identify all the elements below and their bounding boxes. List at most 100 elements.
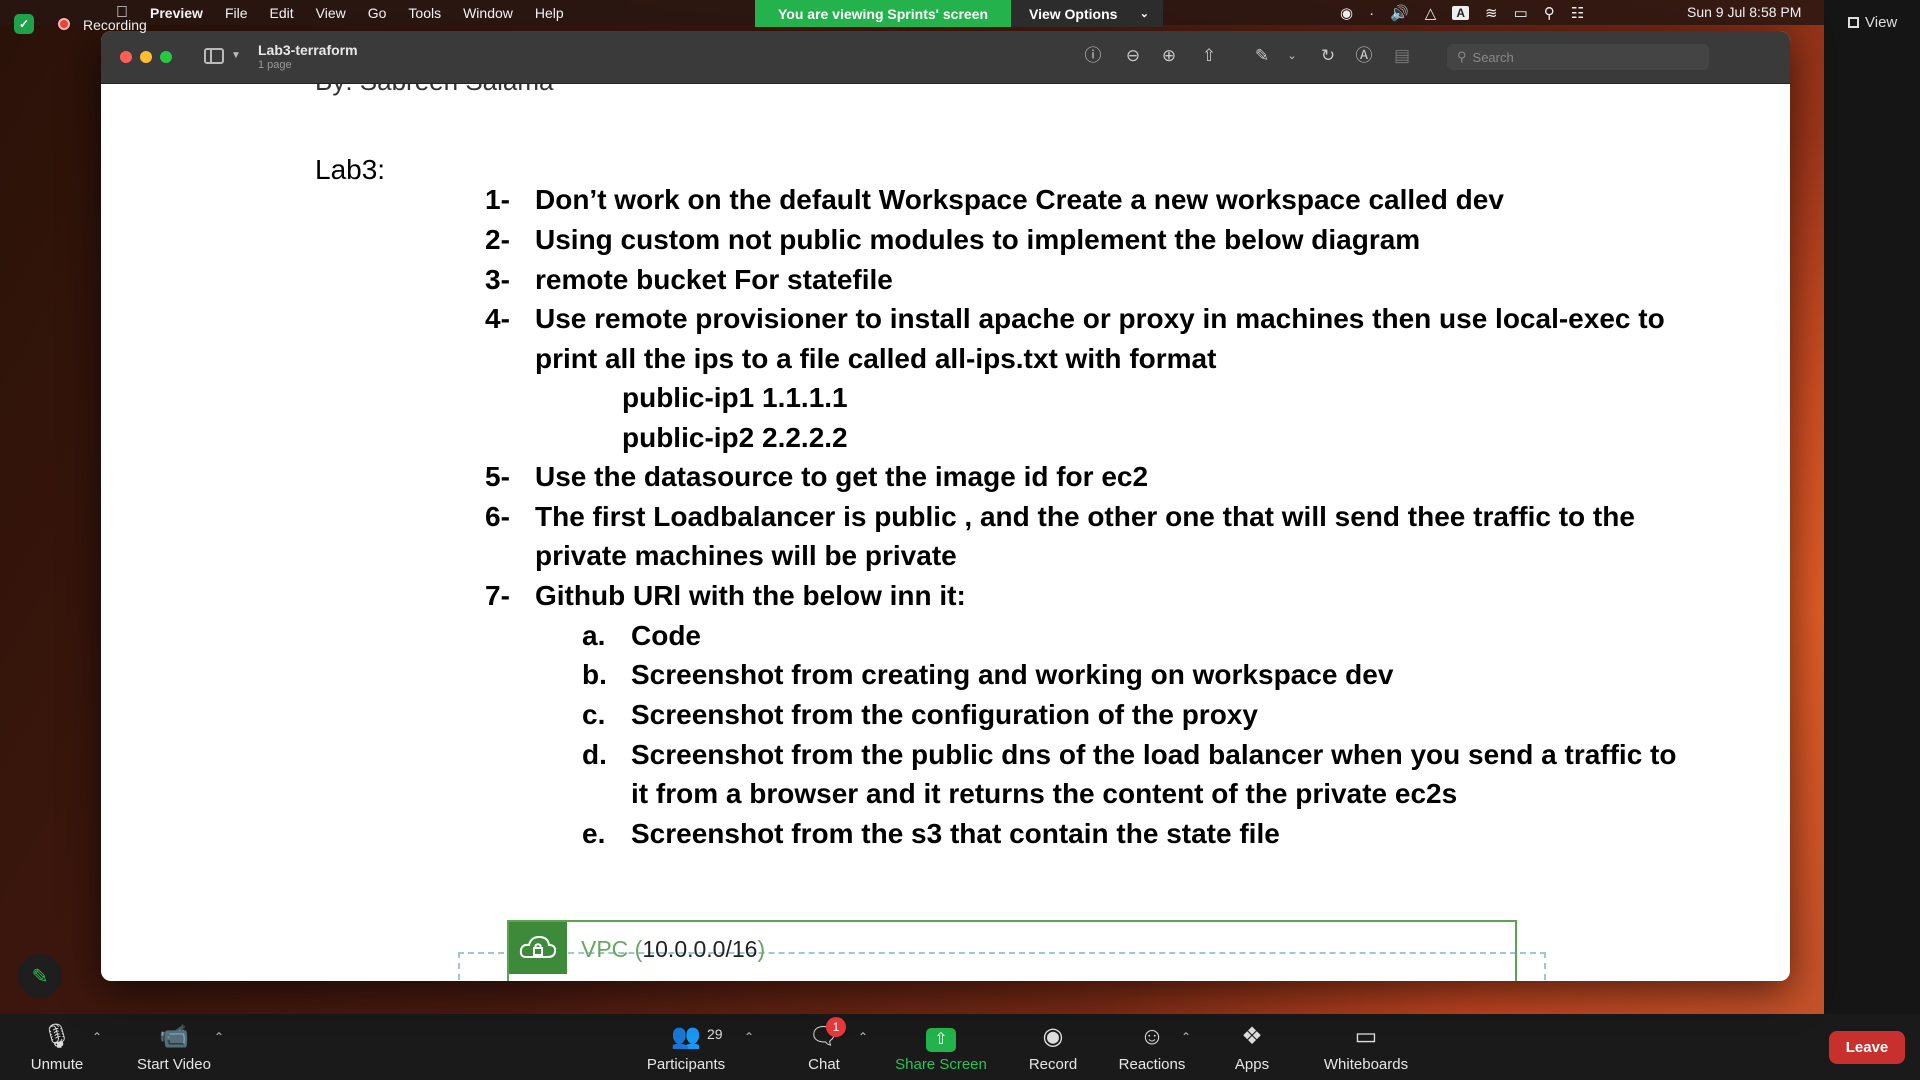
minimize-window-button[interactable] xyxy=(140,51,152,63)
share-screen-icon: ⇧ xyxy=(892,1022,990,1052)
record-icon: ◉ xyxy=(1042,1023,1064,1050)
menu-file[interactable]: File xyxy=(225,5,248,21)
menu-view[interactable]: View xyxy=(316,5,346,21)
document-page: By: Sabreen Salama Lab3: 1- Don’t work on… xyxy=(122,84,1771,981)
annotate-icon[interactable]: Ⓐ xyxy=(1353,45,1375,67)
rotate-icon[interactable]: ↻ xyxy=(1317,45,1339,67)
menu-go[interactable]: Go xyxy=(368,5,387,21)
dot-icon: · xyxy=(1369,4,1375,22)
apps-icon: ❖ xyxy=(1241,1023,1263,1050)
view-options-label: View Options xyxy=(1029,5,1118,22)
requirement-number: 1- xyxy=(485,184,510,215)
view-layout-button[interactable]: View xyxy=(1848,14,1897,31)
requirement-number: 6- xyxy=(485,501,510,532)
requirement-text: Code xyxy=(631,620,701,651)
vpc-diagram-box: VPC (10.0.0.0/16) xyxy=(507,920,1517,981)
zoom-meeting-toolbar: 🎙 Unmute ⌃ 📹 Start Video ⌃ 👥 Participant… xyxy=(0,1014,1920,1080)
battery-icon[interactable]: ▭ xyxy=(1514,4,1528,22)
unmute-button[interactable]: 🎙 Unmute xyxy=(24,1022,90,1073)
requirement-text: Use remote provisioner to install apache… xyxy=(535,303,1665,334)
video-options-caret-icon[interactable]: ⌃ xyxy=(214,1030,224,1044)
reactions-button[interactable]: ☺ Reactions xyxy=(1116,1022,1188,1073)
requirement-number: 4- xyxy=(485,303,510,334)
chevron-down-icon[interactable]: ▼ xyxy=(231,50,241,61)
chat-caret-icon[interactable]: ⌃ xyxy=(858,1030,868,1044)
start-video-label: Start Video xyxy=(137,1056,211,1073)
zoom-out-icon[interactable]: ⊖ xyxy=(1122,45,1144,67)
maximize-window-button[interactable] xyxy=(160,51,172,63)
menu-tools[interactable]: Tools xyxy=(408,5,441,21)
requirement-text: public-ip2 2.2.2.2 xyxy=(622,422,848,453)
document-title: Lab3-terraform xyxy=(258,42,358,58)
annotate-pencil-button[interactable]: ✎ xyxy=(18,954,62,998)
requirement-text: private machines will be private xyxy=(535,540,957,571)
search-field[interactable]: ⚲ Search xyxy=(1447,44,1709,70)
volume-icon[interactable]: 🔊 xyxy=(1390,4,1409,22)
view-options-button[interactable]: View Options ⌄ xyxy=(1011,0,1163,27)
info-icon[interactable]: ⓘ xyxy=(1082,45,1104,67)
requirement-text: it from a browser and it returns the con… xyxy=(631,778,1458,809)
spotlight-search-icon[interactable]: ⚲ xyxy=(1544,4,1555,22)
markup-pen-icon[interactable]: ✎ xyxy=(1251,45,1273,67)
apps-button[interactable]: ❖ Apps xyxy=(1226,1022,1278,1073)
lab-title: Lab3: xyxy=(315,154,386,185)
wifi-icon[interactable]: ≋ xyxy=(1485,4,1498,22)
share-screen-label: Share Screen xyxy=(895,1056,987,1073)
menu-window[interactable]: Window xyxy=(463,5,513,21)
requirement-text: remote bucket For statefile xyxy=(535,264,893,295)
requirement-number: e. xyxy=(582,818,606,849)
chevron-down-icon: ⌄ xyxy=(1139,8,1149,20)
whiteboards-button[interactable]: ▭ Whiteboards xyxy=(1316,1022,1416,1073)
grammarly-icon[interactable]: ◉ xyxy=(1340,4,1353,22)
input-source-icon[interactable]: A xyxy=(1452,6,1469,20)
requirement-text: Don’t work on the default Workspace Crea… xyxy=(535,184,1504,215)
search-placeholder: Search xyxy=(1472,49,1514,65)
security-shield-icon[interactable]: ✓ xyxy=(14,14,34,34)
requirement-number: a. xyxy=(582,620,606,651)
menu-edit[interactable]: Edit xyxy=(270,5,294,21)
grid-icon xyxy=(1848,17,1859,28)
requirement-number: 5- xyxy=(485,461,510,492)
screen-share-banner: You are viewing Sprints' screen xyxy=(755,0,1011,27)
participants-caret-icon[interactable]: ⌃ xyxy=(744,1030,754,1044)
form-fill-icon[interactable]: ▤ xyxy=(1391,45,1413,67)
share-icon[interactable]: ⇧ xyxy=(1198,45,1220,67)
preview-titlebar: ▼ Lab3-terraform 1 page ⓘ ⊖ ⊕ ⇧ ✎ ⌄ ↻ Ⓐ … xyxy=(101,31,1790,84)
sidebar-toggle-icon[interactable] xyxy=(204,48,224,64)
menu-help[interactable]: Help xyxy=(535,5,564,21)
zoom-right-rail xyxy=(1824,0,1920,1014)
start-video-button[interactable]: 📹 Start Video xyxy=(132,1022,216,1073)
requirement-text: Github URl with the below inn it: xyxy=(535,580,966,611)
chat-label: Chat xyxy=(808,1056,840,1073)
menu-app-name[interactable]: Preview xyxy=(150,5,203,21)
leave-meeting-button[interactable]: Leave xyxy=(1829,1031,1905,1064)
close-window-button[interactable] xyxy=(120,51,132,63)
reactions-label: Reactions xyxy=(1118,1056,1186,1073)
vpc-cloud-lock-icon xyxy=(509,922,567,974)
requirement-number: 2- xyxy=(485,224,510,255)
audio-options-caret-icon[interactable]: ⌃ xyxy=(92,1030,102,1044)
vpc-label: VPC (10.0.0.0/16) xyxy=(581,936,765,963)
requirement-text: The first Loadbalancer is public , and t… xyxy=(535,501,1635,532)
requirement-text: print all the ips to a file called all-i… xyxy=(535,343,1217,374)
requirement-number: 7- xyxy=(485,580,510,611)
requirement-text: Screenshot from the public dns of the lo… xyxy=(631,739,1677,770)
reactions-caret-icon[interactable]: ⌃ xyxy=(1181,1030,1191,1044)
whiteboards-label: Whiteboards xyxy=(1323,1056,1409,1073)
zoom-in-icon[interactable]: ⊕ xyxy=(1158,45,1180,67)
participants-label: Participants xyxy=(646,1056,726,1073)
drive-icon[interactable]: △ xyxy=(1425,4,1437,22)
requirement-number: b. xyxy=(582,659,607,690)
chevron-down-icon[interactable]: ⌄ xyxy=(1281,45,1303,67)
microphone-muted-icon: 🎙 xyxy=(41,1023,73,1050)
share-screen-button[interactable]: ⇧ Share Screen xyxy=(892,1022,990,1073)
menu-bar-clock[interactable]: Sun 9 Jul 8:58 PM xyxy=(1687,4,1801,20)
video-camera-off-icon: 📹 xyxy=(159,1023,189,1050)
requirement-text: public-ip1 1.1.1.1 xyxy=(622,382,848,413)
record-button[interactable]: ◉ Record xyxy=(1020,1022,1086,1073)
control-center-icon[interactable]: ☷ xyxy=(1571,4,1584,22)
participants-count: 29 xyxy=(707,1026,723,1042)
recording-label: Recording xyxy=(83,17,147,33)
document-page-count: 1 page xyxy=(258,59,292,71)
search-icon: ⚲ xyxy=(1457,49,1467,64)
